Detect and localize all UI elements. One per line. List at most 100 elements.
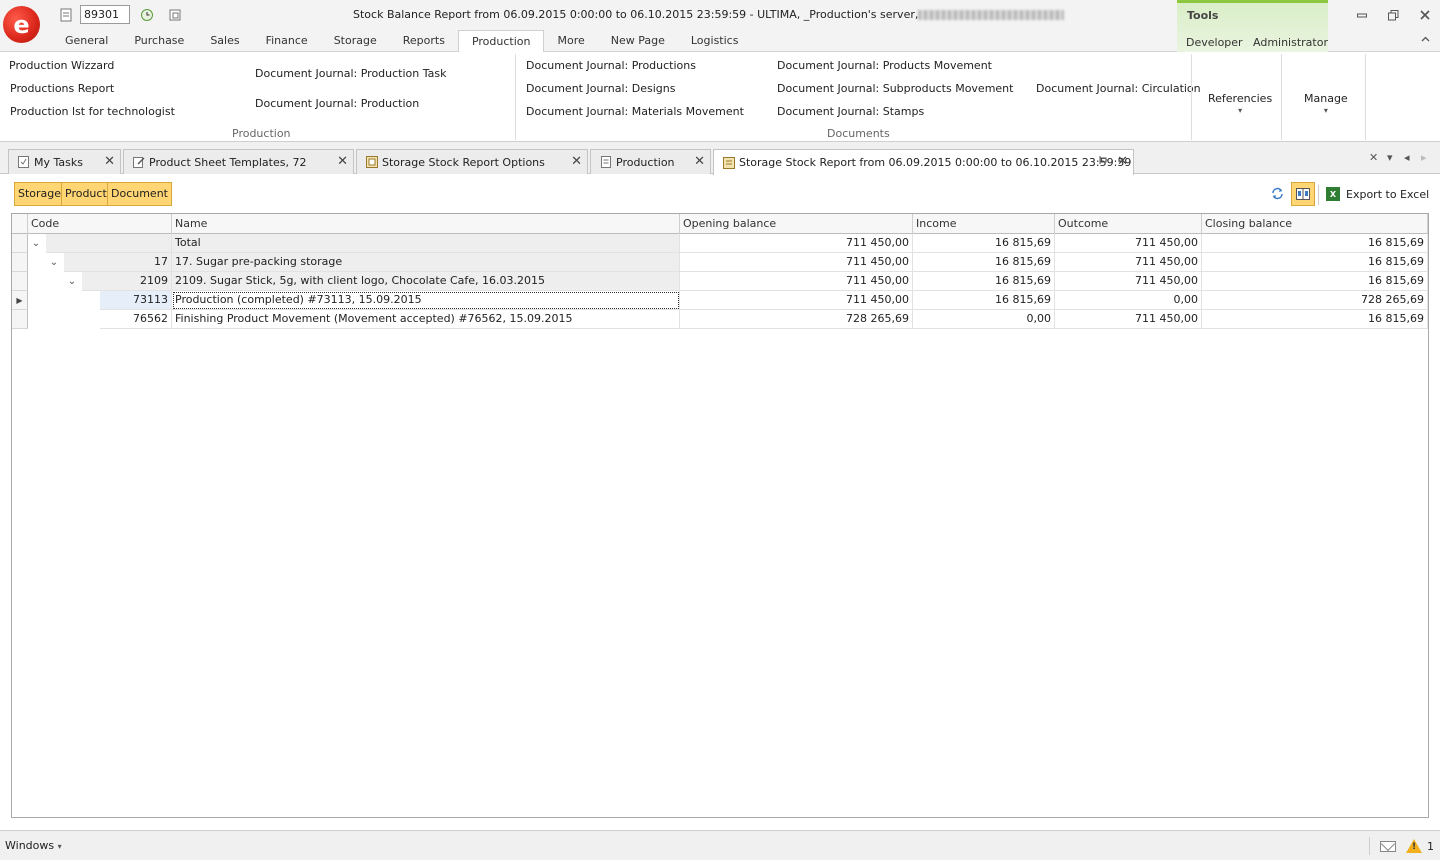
- header-indicator: [12, 214, 28, 234]
- link-journal-productions[interactable]: Document Journal: Productions: [526, 59, 696, 72]
- cell-opening-balance: 711 450,00: [680, 272, 913, 291]
- table-row[interactable]: ▶ 73113 Production (completed) #73113, 1…: [12, 291, 1428, 310]
- link-journal-production-task[interactable]: Document Journal: Production Task: [255, 67, 447, 80]
- doc-tab-my-tasks[interactable]: My Tasks ✕: [8, 149, 121, 174]
- scroll-left-icon[interactable]: ◂: [1404, 151, 1410, 164]
- close-icon[interactable]: ✕: [1117, 154, 1128, 169]
- cell-code: 73113: [100, 291, 172, 310]
- column-header-opening-balance[interactable]: Opening balance: [680, 214, 913, 234]
- group-field-storage[interactable]: Storage: [14, 182, 66, 206]
- close-icon[interactable]: ✕: [104, 154, 115, 169]
- history-icon[interactable]: [139, 7, 155, 23]
- cell-income: 16 815,69: [913, 272, 1055, 291]
- cell-code: 2109: [82, 272, 172, 291]
- tab-sales[interactable]: Sales: [197, 30, 252, 52]
- report-options-icon: [365, 156, 378, 169]
- tab-reports[interactable]: Reports: [390, 30, 458, 52]
- cell-code: 76562: [100, 310, 172, 329]
- column-header-income[interactable]: Income: [913, 214, 1055, 234]
- doc-tab-storage-stock-report[interactable]: Storage Stock Report from 06.09.2015 0:0…: [713, 149, 1134, 175]
- chevron-down-icon[interactable]: ⌄: [46, 253, 62, 272]
- document-icon[interactable]: [58, 7, 74, 23]
- cell-closing-balance: 16 815,69: [1202, 234, 1428, 253]
- chevron-down-icon: ▾: [57, 842, 62, 851]
- link-journal-stamps[interactable]: Document Journal: Stamps: [777, 105, 924, 118]
- scroll-right-icon[interactable]: ▸: [1421, 151, 1427, 164]
- doc-tab-storage-stock-report-options[interactable]: Storage Stock Report Options ✕: [356, 149, 588, 174]
- edit-icon: [132, 156, 145, 169]
- table-row[interactable]: ⌄ 17 17. Sugar pre-packing storage 711 4…: [12, 253, 1428, 272]
- cell-name[interactable]: Production (completed) #73113, 15.09.201…: [172, 291, 680, 310]
- close-icon[interactable]: ✕: [337, 154, 348, 169]
- collapse-ribbon-icon[interactable]: [1421, 34, 1430, 45]
- referencies-button[interactable]: Referencies ▾: [1208, 92, 1272, 115]
- row-indicator[interactable]: [12, 234, 28, 253]
- tab-more[interactable]: More: [544, 30, 597, 52]
- link-journal-products-movement[interactable]: Document Journal: Products Movement: [777, 59, 992, 72]
- refresh-icon[interactable]: [1269, 185, 1285, 201]
- close-icon[interactable]: ✕: [694, 154, 705, 169]
- layout-toggle-icon[interactable]: [1291, 182, 1315, 206]
- tab-storage[interactable]: Storage: [321, 30, 390, 52]
- export-to-excel-button[interactable]: X Export to Excel: [1326, 187, 1429, 201]
- tab-list-dropdown-icon[interactable]: ▾: [1387, 151, 1393, 164]
- manage-button[interactable]: Manage ▾: [1304, 92, 1348, 115]
- pin-icon[interactable]: [1099, 155, 1109, 168]
- close-window-icon[interactable]: [1416, 6, 1434, 24]
- tab-label: Production: [616, 155, 675, 169]
- tab-general[interactable]: General: [52, 30, 121, 52]
- link-productions-report[interactable]: Productions Report: [10, 82, 114, 95]
- restore-icon[interactable]: [1384, 6, 1402, 24]
- tab-administrator[interactable]: Administrator: [1253, 36, 1328, 49]
- chevron-down-icon[interactable]: ⌄: [28, 234, 44, 253]
- table-row[interactable]: ⌄ Total 711 450,00 16 815,69 711 450,00 …: [12, 234, 1428, 253]
- link-production-list-technologist[interactable]: Production lst for technologist: [10, 105, 175, 118]
- tab-new-page[interactable]: New Page: [598, 30, 678, 52]
- tab-logistics[interactable]: Logistics: [678, 30, 752, 52]
- tab-developer[interactable]: Developer: [1186, 36, 1243, 49]
- column-header-closing-balance[interactable]: Closing balance: [1202, 214, 1428, 234]
- link-journal-subproducts-movement[interactable]: Document Journal: Subproducts Movement: [777, 82, 1013, 95]
- toolbar-separator: [1318, 185, 1319, 205]
- cell-income: 16 815,69: [913, 291, 1055, 310]
- group-field-document[interactable]: Document: [107, 182, 172, 206]
- app-logo[interactable]: e: [3, 6, 40, 43]
- link-journal-circulation[interactable]: Document Journal: Circulation: [1036, 82, 1201, 95]
- current-row-indicator[interactable]: ▶: [12, 291, 28, 310]
- tab-finance[interactable]: Finance: [253, 30, 321, 52]
- window-list-icon[interactable]: [167, 7, 183, 23]
- group-field-product[interactable]: Product: [61, 182, 111, 206]
- mail-icon[interactable]: [1380, 841, 1396, 852]
- close-icon[interactable]: ✕: [571, 154, 582, 169]
- row-indicator[interactable]: [12, 253, 28, 272]
- column-header-code[interactable]: Code: [28, 214, 172, 234]
- warning-count: 1: [1427, 840, 1434, 853]
- close-all-icon[interactable]: ✕: [1369, 151, 1378, 164]
- cell-name: 2109. Sugar Stick, 5g, with client logo,…: [172, 272, 680, 291]
- link-journal-designs[interactable]: Document Journal: Designs: [526, 82, 675, 95]
- cell-opening-balance: 711 450,00: [680, 253, 913, 272]
- stock-report-grid[interactable]: Code Name Opening balance Income Outcome…: [11, 213, 1429, 818]
- cell-code: [46, 234, 172, 253]
- document-number-input[interactable]: [80, 5, 130, 24]
- row-indicator[interactable]: [12, 310, 28, 329]
- tab-production[interactable]: Production: [457, 30, 545, 53]
- table-row[interactable]: ⌄ 2109 2109. Sugar Stick, 5g, with clien…: [12, 272, 1428, 291]
- tools-title: Tools: [1187, 9, 1219, 22]
- link-journal-production[interactable]: Document Journal: Production: [255, 97, 419, 110]
- chevron-down-icon[interactable]: ⌄: [64, 272, 80, 291]
- cell-name: Finishing Product Movement (Movement acc…: [172, 310, 680, 329]
- doc-tab-product-sheet-templates[interactable]: Product Sheet Templates, 72 ✕: [123, 149, 354, 174]
- windows-menu-button[interactable]: Windows ▾: [5, 839, 62, 852]
- minimize-icon[interactable]: [1353, 6, 1371, 24]
- column-header-name[interactable]: Name: [172, 214, 680, 234]
- column-header-outcome[interactable]: Outcome: [1055, 214, 1202, 234]
- row-indicator[interactable]: [12, 272, 28, 291]
- table-row[interactable]: 76562 Finishing Product Movement (Moveme…: [12, 310, 1428, 329]
- link-production-wizzard[interactable]: Production Wizzard: [9, 59, 114, 72]
- export-label: Export to Excel: [1346, 187, 1430, 201]
- link-journal-materials-movement[interactable]: Document Journal: Materials Movement: [526, 105, 744, 118]
- doc-tab-production[interactable]: Production ✕: [590, 149, 711, 174]
- tab-purchase[interactable]: Purchase: [121, 30, 197, 52]
- quick-access-history: [139, 5, 155, 25]
